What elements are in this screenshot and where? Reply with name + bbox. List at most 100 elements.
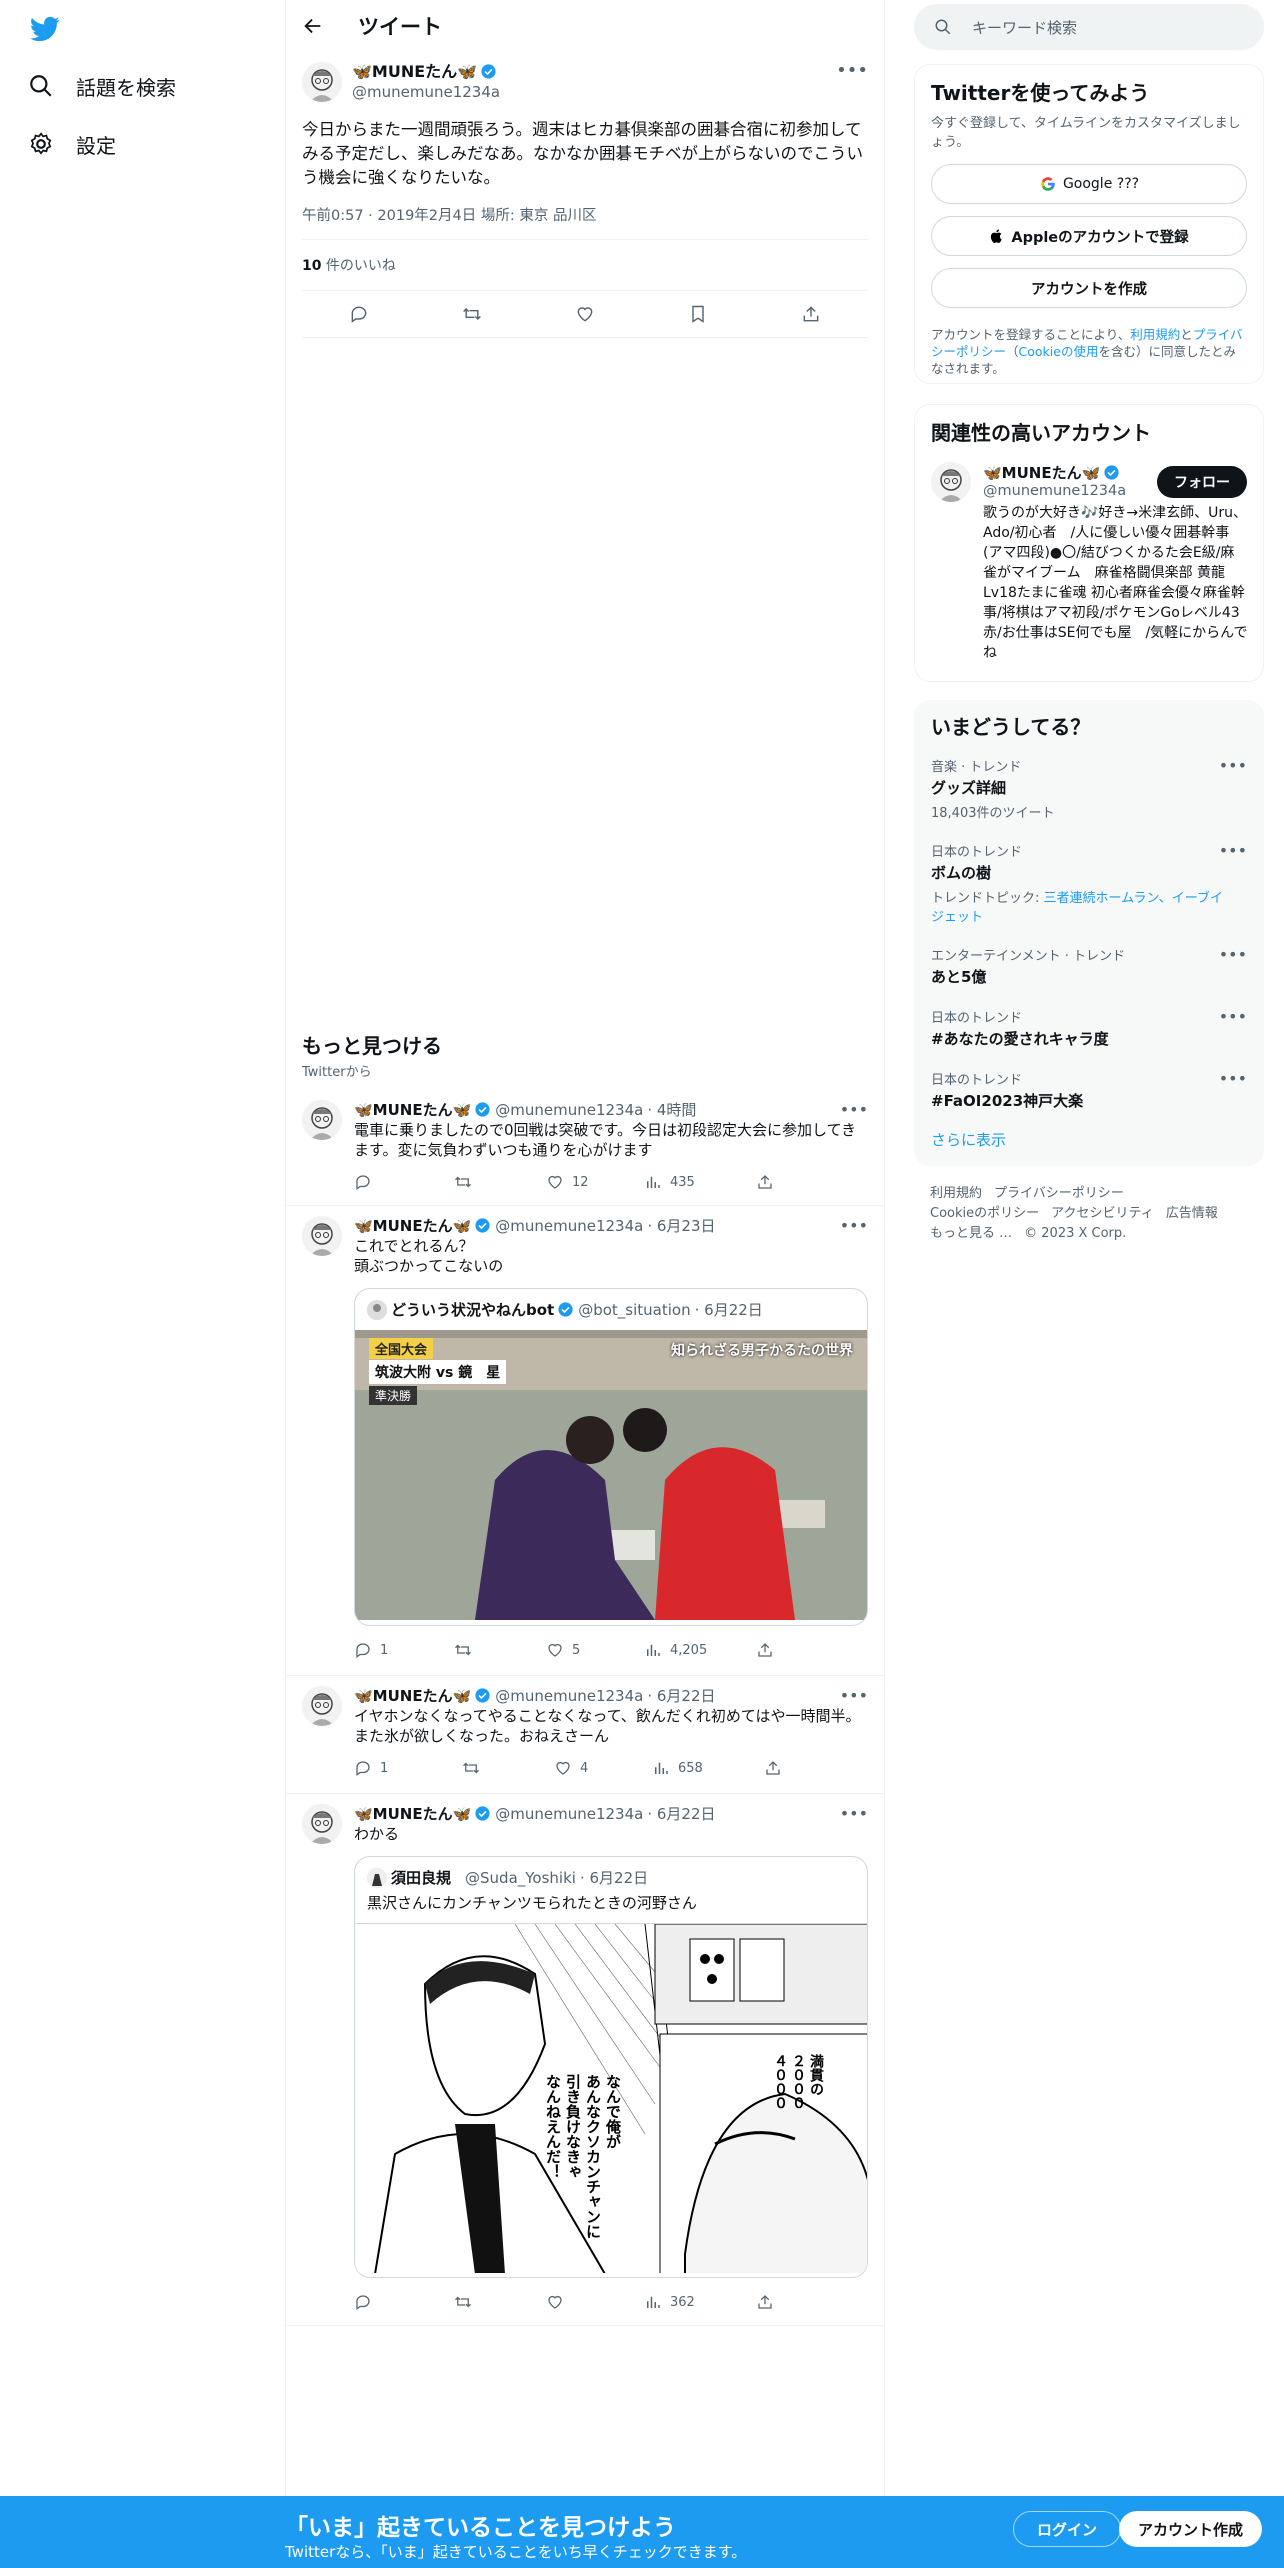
author-handle[interactable]: @munemune1234a [495, 1805, 643, 1823]
signup-button[interactable]: アカウント作成 [1119, 2511, 1262, 2547]
cookie-link[interactable]: Cookieの使用 [1019, 344, 1099, 359]
views-count[interactable]: 435 [644, 1173, 756, 1191]
quote-photo[interactable]: 全国大会 筑波大附 vs 鏡 星 準決勝 知られざる男子かるたの世界 [355, 1330, 867, 1620]
trend-more-icon[interactable]: ••• [1219, 756, 1247, 775]
reply-icon[interactable] [349, 304, 369, 324]
author-name[interactable]: 🦋MUNEたん🦋 [354, 1101, 471, 1119]
tweet-card[interactable]: 🦋MUNEたん🦋 @munemune1234a · 4時間 ••• 電車に乗りました… [286, 1090, 884, 1206]
reply-button[interactable]: 1 [354, 1641, 454, 1659]
trend-more-icon[interactable]: ••• [1219, 945, 1247, 964]
like-button[interactable]: 12 [546, 1173, 644, 1191]
likes-count[interactable]: 10 件のいいね [302, 240, 868, 290]
share-button[interactable] [756, 2293, 782, 2311]
related-name[interactable]: 🦋MUNEたん🦋 [983, 464, 1100, 482]
reply-button[interactable] [354, 1173, 454, 1191]
avatar[interactable] [302, 1100, 342, 1140]
retweet-button[interactable] [462, 1759, 554, 1777]
trend-more-icon[interactable]: ••• [1219, 841, 1247, 860]
nav-explore[interactable]: 話題を検索 [28, 66, 176, 106]
more-options-icon[interactable]: ••• [840, 1216, 868, 1235]
trend-item[interactable]: 日本のトレンド ボムの樹 トレンドトピック: 三者連続ホームラン、イーブイジェッ… [915, 831, 1263, 935]
tweet-card[interactable]: 🦋MUNEたん🦋 @munemune1234a · 6月23日 ••• これでとれる… [286, 1206, 884, 1676]
share-button[interactable] [756, 1173, 782, 1191]
retweet-button[interactable] [454, 2293, 546, 2311]
author-handle[interactable]: @munemune1234a [495, 1687, 643, 1705]
follow-button[interactable]: フォロー [1157, 466, 1247, 498]
like-button[interactable] [546, 2293, 644, 2311]
more-options-icon[interactable]: ••• [836, 60, 868, 81]
trend-more-icon[interactable]: ••• [1219, 1069, 1247, 1088]
show-more-link[interactable]: さらに表示 [915, 1121, 1263, 1158]
like-button[interactable]: 4 [554, 1759, 652, 1777]
retweet-button[interactable] [454, 1641, 546, 1659]
views-count[interactable]: 658 [652, 1759, 764, 1777]
tweet-card[interactable]: 🦋MUNEたん🦋 @munemune1234a · 6月22日 ••• イヤホンなく… [286, 1676, 884, 1794]
retweet-icon[interactable] [462, 304, 482, 324]
trend-category: エンターテインメント · トレンド [931, 949, 1126, 964]
trend-item[interactable]: 音楽 · トレンド グッズ詳細 18,403件のツイート ••• [915, 746, 1263, 831]
more-options-icon[interactable]: ••• [840, 1686, 868, 1705]
quoted-tweet[interactable]: 須田良規 @Suda_Yoshiki · 6月22日 黒沢さんにカンチャンツモら… [354, 1856, 868, 2278]
photo-caption-match: 筑波大附 vs 鏡 星 [369, 1360, 507, 1384]
like-icon[interactable] [575, 304, 595, 324]
quoted-tweet[interactable]: どういう状況やねんbot @bot_situation · 6月22日 全国大会… [354, 1288, 868, 1626]
trend-item[interactable]: 日本のトレンド #あなたの愛されキャラ度 ••• [915, 997, 1263, 1059]
footer-ads[interactable]: 広告情報 [1166, 1206, 1218, 1221]
tweet-time[interactable]: · 6月22日 [647, 1805, 715, 1823]
author-name[interactable]: 🦋MUNEたん🦋 [354, 1805, 471, 1823]
views-count[interactable]: 4,205 [644, 1641, 756, 1659]
terms-link[interactable]: 利用規約 [1130, 327, 1180, 342]
reply-button[interactable]: 1 [354, 1759, 462, 1777]
avatar[interactable] [931, 462, 971, 502]
like-button[interactable]: 5 [546, 1641, 644, 1659]
tweet-card[interactable]: 🦋MUNEたん🦋 @munemune1234a · 6月22日 ••• わかる 須田… [286, 1794, 884, 2326]
views-count[interactable]: 362 [644, 2293, 756, 2311]
author-name[interactable]: 🦋MUNEたん🦋 [352, 62, 477, 81]
nav-settings[interactable]: 設定 [28, 124, 116, 164]
verified-badge-icon [475, 1806, 490, 1821]
bottom-subtext: Twitterなら、「いま」起きていることをいち早くチェックできます。 [285, 2543, 747, 2561]
trend-more-icon[interactable]: ••• [1219, 1007, 1247, 1026]
tweet-time[interactable]: · 6月23日 [647, 1217, 715, 1235]
quote-manga-image[interactable]: なんで俺が あんなクソカンチャンに 引き負けなきゃ なんねえんだ！ 満貫の ２０００ ４０… [355, 1923, 867, 2273]
header: ツイート [286, 0, 884, 52]
more-options-icon[interactable]: ••• [840, 1804, 868, 1823]
apple-signup-button[interactable]: Appleのアカウントで登録 [931, 216, 1247, 256]
search-input[interactable]: キーワード検索 [914, 4, 1264, 50]
google-icon [1041, 177, 1055, 191]
related-account[interactable]: 🦋MUNEたん🦋 @munemune1234a 歌うのが大好き🎶好き→米津玄師、… [931, 462, 1247, 663]
avatar[interactable] [302, 1804, 342, 1844]
tweet-time[interactable]: · 6月22日 [647, 1687, 715, 1705]
footer-accessibility[interactable]: アクセシビリティ [1051, 1206, 1154, 1221]
login-button[interactable]: ログイン [1013, 2511, 1121, 2547]
create-account-button[interactable]: アカウントを作成 [931, 268, 1247, 308]
back-arrow-icon[interactable] [302, 15, 324, 37]
avatar[interactable] [302, 1686, 342, 1726]
trend-item[interactable]: エンターテインメント · トレンド あと5億 ••• [915, 935, 1263, 997]
author-handle[interactable]: @munemune1234a [352, 82, 500, 102]
avatar[interactable] [302, 62, 342, 102]
author-name[interactable]: 🦋MUNEたん🦋 [354, 1217, 471, 1235]
footer-more[interactable]: もっと見る … [930, 1226, 1012, 1241]
author-handle[interactable]: @munemune1234a [495, 1101, 643, 1119]
footer-cookie[interactable]: Cookieのポリシー [930, 1206, 1039, 1221]
trend-item[interactable]: 日本のトレンド #FaOI2023神戸大楽 ••• [915, 1059, 1263, 1121]
google-signup-button[interactable]: Google ??? [931, 164, 1247, 204]
quote-avatar [367, 1299, 387, 1320]
bookmark-icon[interactable] [688, 304, 708, 324]
footer-privacy[interactable]: プライバシーポリシー [994, 1186, 1124, 1201]
retweet-button[interactable] [454, 1173, 546, 1191]
author-name[interactable]: 🦋MUNEたん🦋 [354, 1687, 471, 1705]
share-icon[interactable] [801, 304, 821, 324]
avatar[interactable] [302, 1216, 342, 1256]
reply-button[interactable] [354, 2293, 454, 2311]
tweet-time[interactable]: · 4時間 [647, 1101, 696, 1119]
verified-badge-icon [475, 1218, 490, 1233]
share-button[interactable] [764, 1759, 790, 1777]
author-handle[interactable]: @munemune1234a [495, 1217, 643, 1235]
share-button[interactable] [756, 1641, 782, 1659]
twitter-logo-icon[interactable] [28, 14, 62, 44]
more-options-icon[interactable]: ••• [840, 1100, 868, 1119]
footer-terms[interactable]: 利用規約 [930, 1186, 982, 1201]
share-icon [766, 1761, 780, 1775]
